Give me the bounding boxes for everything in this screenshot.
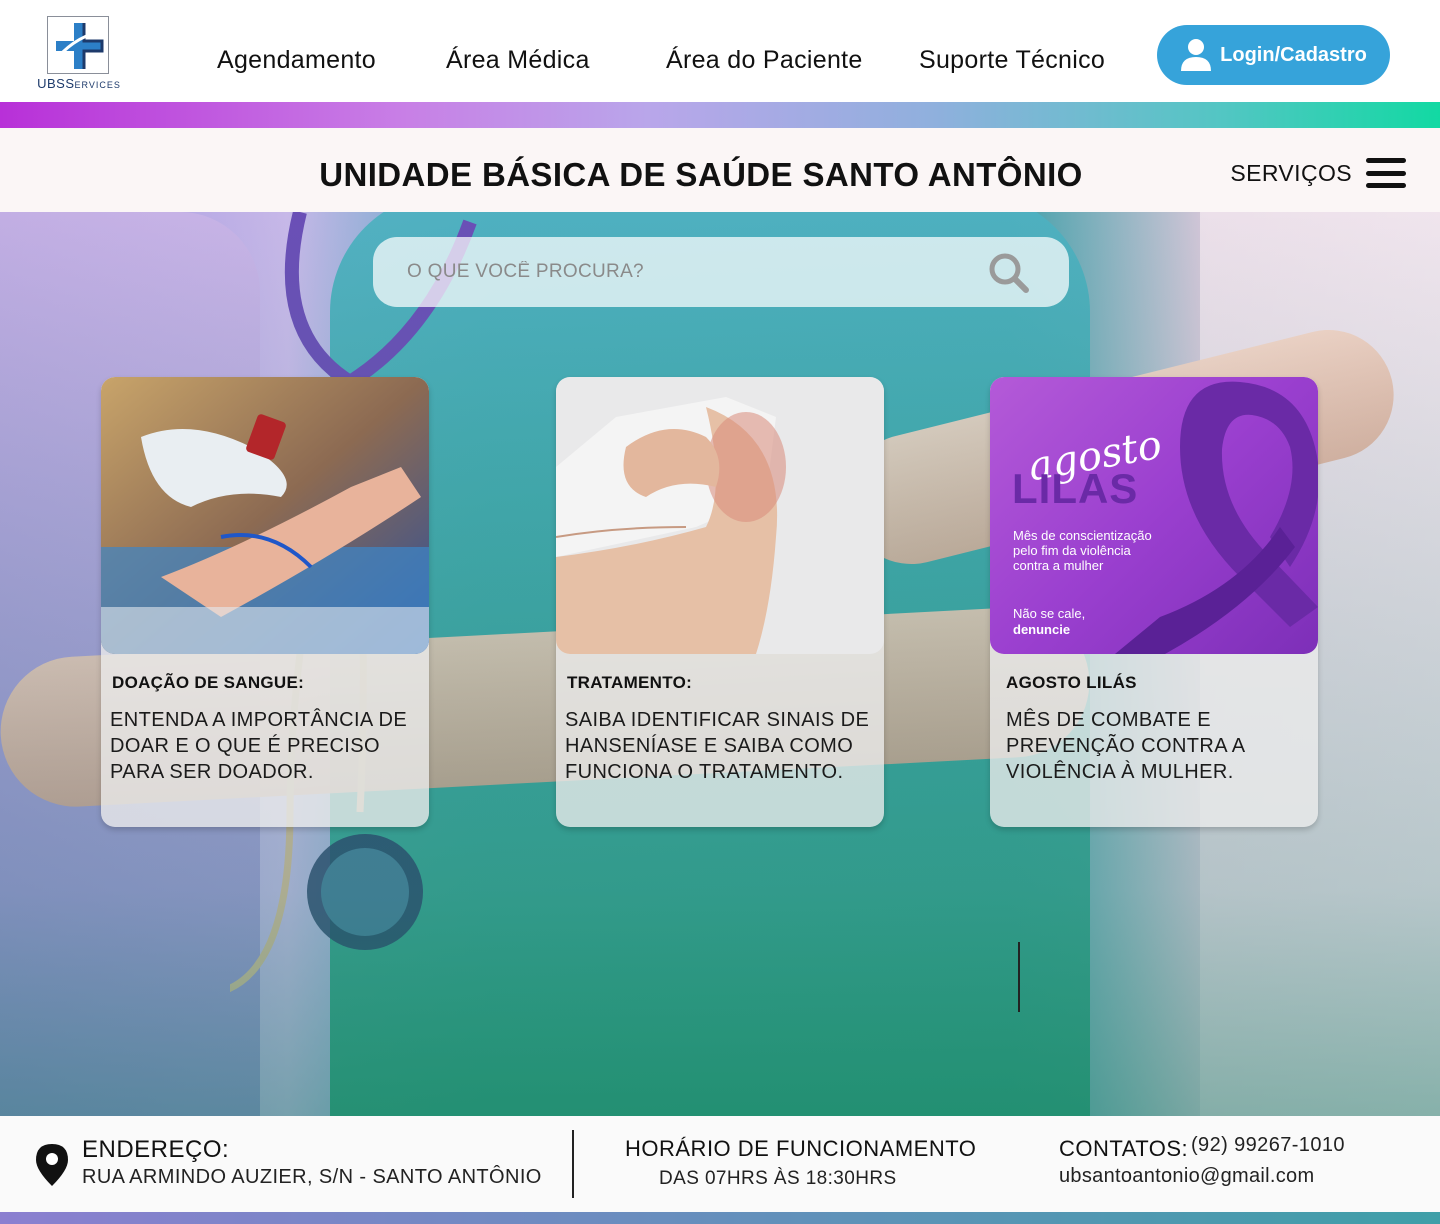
footer-divider [572, 1130, 574, 1198]
services-label: SERVIÇOS [1230, 159, 1352, 186]
skin-treatment-image [556, 377, 884, 654]
nav-agendamento[interactable]: Agendamento [217, 46, 376, 75]
login-cadastro-button[interactable]: Login/Cadastro [1157, 25, 1390, 85]
banner-block-title: LILAS [1012, 465, 1139, 512]
title-band: UNIDADE BÁSICA DE SAÚDE SANTO ANTÔNIO SE… [0, 128, 1440, 212]
address-label: ENDEREÇO: [82, 1136, 230, 1163]
user-icon [1180, 38, 1212, 72]
nav-area-do-paciente[interactable]: Área do Paciente [666, 46, 863, 75]
footer-bottom-strip [0, 1212, 1440, 1224]
contact-phone[interactable]: (92) 99267-1010 [1191, 1134, 1345, 1157]
search-input[interactable] [407, 237, 967, 307]
contact-email[interactable]: ubsantoantonio@gmail.com [1059, 1165, 1314, 1188]
opening-hours-value: DAS 07HRS ÀS 18:30HRS [659, 1168, 897, 1189]
card-agosto-lilas[interactable]: agosto LILAS Mês de conscientização pelo… [990, 377, 1318, 827]
card-tratamento[interactable]: TRATAMENTO: SAIBA IDENTIFICAR SINAIS DE … [556, 377, 884, 827]
decorative-line [1018, 942, 1020, 1012]
nav-area-medica[interactable]: Área Médica [446, 46, 590, 75]
ubservices-logo[interactable]: UBSSERVICES [36, 14, 122, 94]
search-bar[interactable] [373, 237, 1069, 307]
logo-wordmark: UBSSERVICES [37, 76, 121, 91]
footer-info-bar: ENDEREÇO: RUA ARMINDO AUZIER, S/N - SANT… [0, 1116, 1440, 1212]
blood-donation-image [101, 377, 429, 654]
page-title: UNIDADE BÁSICA DE SAÚDE SANTO ANTÔNIO [319, 156, 1083, 193]
card-description: ENTENDA A IMPORTÂNCIA DE DOAR E O QUE É … [110, 709, 408, 783]
nav-suporte-tecnico[interactable]: Suporte Técnico [919, 46, 1105, 75]
banner-cta-line2: denuncie [1013, 622, 1071, 637]
hero-background: DOAÇÃO DE SANGUE: ENTENDA A IMPORTÂNCIA … [0, 212, 1440, 1116]
card-tag: AGOSTO LILÁS [1006, 673, 1137, 692]
login-cadastro-label: Login/Cadastro [1220, 43, 1367, 66]
location-pin-icon [36, 1144, 68, 1191]
logo-cross-icon [47, 16, 109, 74]
card-tag: DOAÇÃO DE SANGUE: [112, 673, 305, 692]
services-menu-button[interactable]: SERVIÇOS [1230, 158, 1406, 188]
agosto-lilas-banner: agosto LILAS Mês de conscientização pelo… [990, 377, 1318, 654]
contacts-label: CONTATOS: [1059, 1136, 1189, 1161]
hamburger-menu-icon [1366, 158, 1406, 188]
card-description: SAIBA IDENTIFICAR SINAIS DE HANSENÍASE E… [565, 709, 870, 783]
banner-cta-line1: Não se cale, [1013, 606, 1086, 621]
search-icon[interactable] [988, 252, 1030, 299]
address-value: RUA ARMINDO AUZIER, S/N - SANTO ANTÔNIO [82, 1166, 542, 1188]
gradient-divider [0, 102, 1440, 128]
banner-subtitle: Mês de conscientização pelo fim da violê… [1013, 528, 1152, 573]
card-description: MÊS DE COMBATE E PREVENÇÃO CONTRA A VIOL… [1006, 709, 1245, 783]
top-navigation: UBSSERVICES Agendamento Área Médica Área… [0, 0, 1440, 102]
card-tag: TRATAMENTO: [567, 673, 693, 692]
opening-hours-label: HORÁRIO DE FUNCIONAMENTO [625, 1136, 977, 1161]
card-doacao-de-sangue[interactable]: DOAÇÃO DE SANGUE: ENTENDA A IMPORTÂNCIA … [101, 377, 429, 827]
